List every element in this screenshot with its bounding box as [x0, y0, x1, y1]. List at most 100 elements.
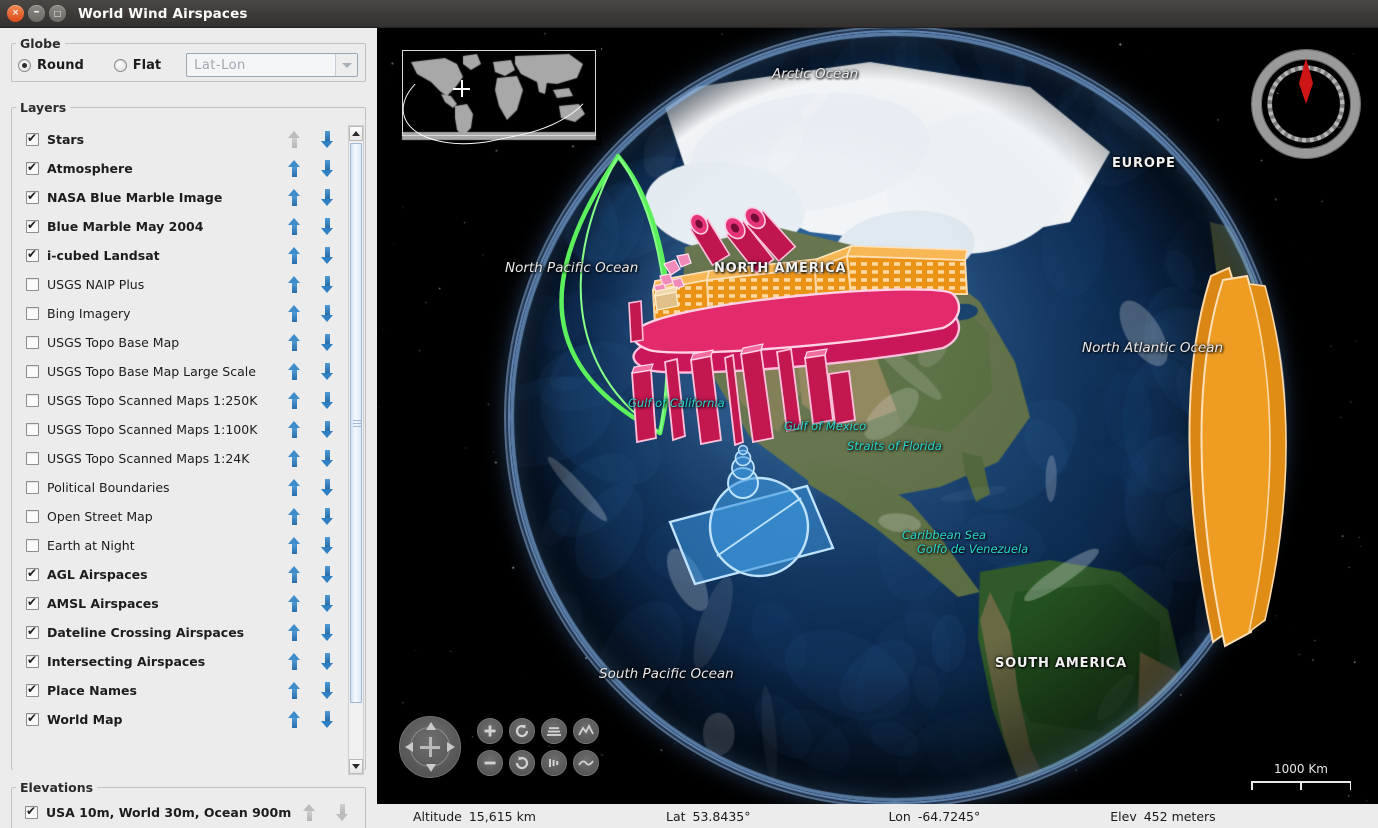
layer-row[interactable]: Stars — [13, 125, 350, 154]
layer-row[interactable]: Earth at Night — [13, 531, 350, 560]
move-up-icon[interactable] — [288, 363, 301, 380]
move-down-icon[interactable] — [321, 624, 334, 641]
projection-select[interactable]: Lat-Lon — [186, 53, 358, 77]
move-down-icon[interactable] — [321, 537, 334, 554]
vertical-exaggeration-button[interactable] — [573, 718, 599, 744]
layer-checkbox[interactable] — [26, 278, 39, 291]
layer-checkbox[interactable] — [26, 539, 39, 552]
layer-checkbox[interactable] — [26, 684, 39, 697]
tilt-down-button[interactable] — [541, 750, 567, 776]
layer-checkbox[interactable] — [26, 452, 39, 465]
tilt-up-button[interactable] — [541, 718, 567, 744]
zoom-out-button[interactable] — [477, 750, 503, 776]
move-down-icon[interactable] — [321, 450, 334, 467]
move-down-icon[interactable] — [321, 276, 334, 293]
close-icon[interactable]: × — [7, 5, 24, 22]
move-up-icon[interactable] — [288, 479, 301, 496]
move-up-icon[interactable] — [288, 537, 301, 554]
pan-control[interactable] — [399, 716, 461, 778]
move-down-icon[interactable] — [321, 334, 334, 351]
move-up-icon[interactable] — [288, 276, 301, 293]
pan-up-icon[interactable] — [426, 722, 436, 730]
move-down-icon[interactable] — [321, 508, 334, 525]
layer-checkbox[interactable] — [26, 336, 39, 349]
move-up-icon[interactable] — [288, 508, 301, 525]
radio-flat[interactable]: Flat — [114, 58, 161, 73]
move-down-icon[interactable] — [321, 392, 334, 409]
maximize-icon[interactable]: □ — [49, 5, 66, 22]
move-up-icon[interactable] — [288, 566, 301, 583]
layer-checkbox[interactable] — [26, 394, 39, 407]
pan-right-icon[interactable] — [447, 742, 455, 752]
move-up-icon[interactable] — [288, 450, 301, 467]
layer-row[interactable]: USGS Topo Base Map Large Scale — [13, 357, 350, 386]
layer-checkbox[interactable] — [26, 568, 39, 581]
layer-checkbox[interactable] — [26, 365, 39, 378]
layer-row[interactable]: USGS Topo Scanned Maps 1:250K — [13, 386, 350, 415]
world-map-overview[interactable] — [397, 44, 601, 145]
layer-row[interactable]: USGS Topo Base Map — [13, 328, 350, 357]
layer-checkbox[interactable] — [26, 626, 39, 639]
move-down-icon[interactable] — [321, 218, 334, 235]
move-down-icon[interactable] — [321, 711, 334, 728]
move-up-icon[interactable] — [288, 218, 301, 235]
layer-checkbox[interactable] — [26, 133, 39, 146]
layer-checkbox[interactable] — [26, 481, 39, 494]
minimize-icon[interactable]: – — [28, 5, 45, 22]
move-down-icon[interactable] — [321, 421, 334, 438]
move-up-icon[interactable] — [288, 595, 301, 612]
rotate-cw-button[interactable] — [509, 750, 535, 776]
layer-row[interactable]: Blue Marble May 2004 — [13, 212, 350, 241]
layer-row[interactable]: NASA Blue Marble Image — [13, 183, 350, 212]
move-up-icon[interactable] — [288, 711, 301, 728]
layer-checkbox[interactable] — [26, 162, 39, 175]
move-down-icon[interactable] — [321, 247, 334, 264]
scroll-up-button[interactable] — [349, 126, 363, 141]
move-up-icon[interactable] — [288, 624, 301, 641]
move-up-icon[interactable] — [288, 305, 301, 322]
layer-row[interactable]: USGS Topo Scanned Maps 1:100K — [13, 415, 350, 444]
layer-row[interactable]: USGS Topo Scanned Maps 1:24K — [13, 444, 350, 473]
move-up-icon[interactable] — [288, 682, 301, 699]
move-down-icon[interactable] — [321, 566, 334, 583]
compass-control[interactable] — [1252, 50, 1360, 158]
layer-checkbox[interactable] — [26, 597, 39, 610]
layer-checkbox[interactable] — [26, 713, 39, 726]
layer-row[interactable]: Intersecting Airspaces — [13, 647, 350, 676]
move-down-icon[interactable] — [321, 653, 334, 670]
move-down-icon[interactable] — [321, 131, 334, 148]
layers-list[interactable]: StarsAtmosphereNASA Blue Marble ImageBlu… — [13, 125, 350, 775]
elevation-row[interactable]: USA 10m, World 30m, Ocean 900m — [12, 797, 365, 827]
move-up-icon[interactable] — [288, 334, 301, 351]
layer-row[interactable]: AGL Airspaces — [13, 560, 350, 589]
layer-checkbox[interactable] — [26, 423, 39, 436]
zoom-in-button[interactable] — [477, 718, 503, 744]
move-down-icon[interactable] — [321, 189, 334, 206]
layer-checkbox[interactable] — [26, 307, 39, 320]
scroll-down-button[interactable] — [349, 759, 363, 774]
layer-row[interactable]: Bing Imagery — [13, 299, 350, 328]
layer-row[interactable]: Dateline Crossing Airspaces — [13, 618, 350, 647]
layer-row[interactable]: AMSL Airspaces — [13, 589, 350, 618]
move-up-icon[interactable] — [288, 421, 301, 438]
heading-reset-button[interactable] — [573, 750, 599, 776]
layer-row[interactable]: World Map — [13, 705, 350, 734]
layer-checkbox[interactable] — [26, 191, 39, 204]
radio-round[interactable]: Round — [18, 58, 84, 73]
layer-row[interactable]: Political Boundaries — [13, 473, 350, 502]
move-up-icon[interactable] — [288, 247, 301, 264]
layer-checkbox[interactable] — [26, 249, 39, 262]
rotate-ccw-button[interactable] — [509, 718, 535, 744]
layer-row[interactable]: Atmosphere — [13, 154, 350, 183]
move-down-icon[interactable] — [321, 305, 334, 322]
move-down-icon[interactable] — [321, 479, 334, 496]
move-down-icon[interactable] — [321, 595, 334, 612]
layer-row[interactable]: i-cubed Landsat — [13, 241, 350, 270]
layer-row[interactable]: USGS NAIP Plus — [13, 270, 350, 299]
move-up-icon[interactable] — [288, 392, 301, 409]
move-down-icon[interactable] — [321, 682, 334, 699]
layers-scrollbar[interactable] — [348, 125, 364, 775]
pan-left-icon[interactable] — [405, 742, 413, 752]
layer-checkbox[interactable] — [26, 655, 39, 668]
move-up-icon[interactable] — [288, 653, 301, 670]
